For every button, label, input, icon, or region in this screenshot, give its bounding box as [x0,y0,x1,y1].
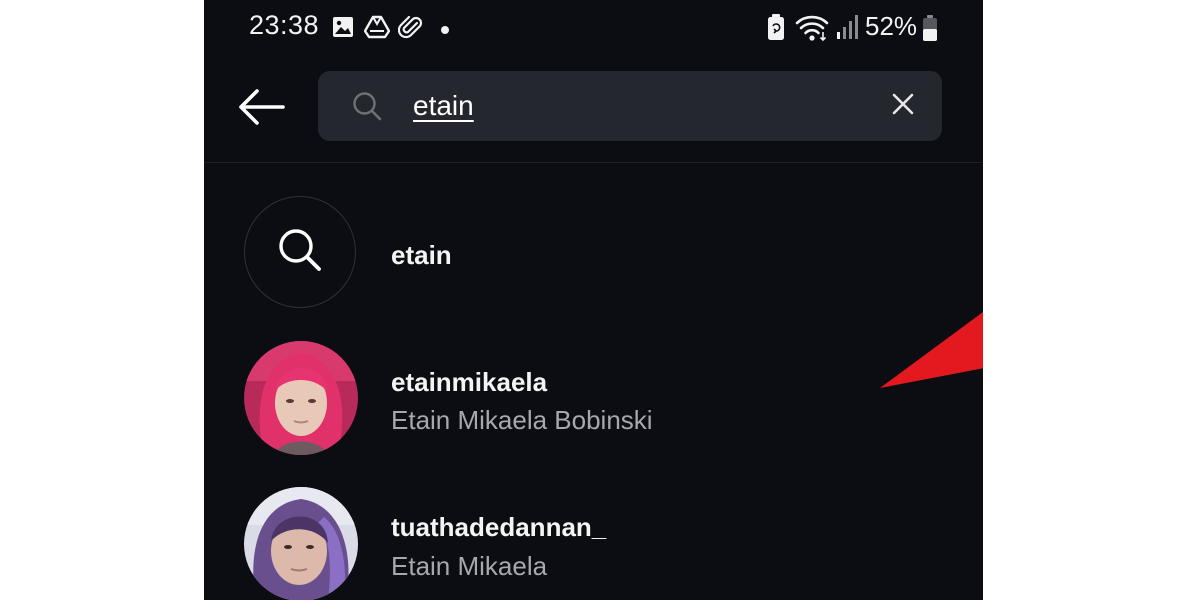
full-name: Etain Mikaela Bobinski [391,405,653,435]
annotation-arrow-icon [874,262,983,397]
avatar [244,487,358,600]
avatar [244,341,358,455]
battery-saver-icon [767,13,785,46]
battery-percent: 52% [865,11,918,41]
signal-icon [835,14,859,45]
keyword-suggestion-label: etain [391,240,452,270]
arrow-left-icon [237,88,285,130]
close-icon [892,93,914,120]
wifi-icon [795,14,829,47]
back-button[interactable] [234,86,288,132]
image-icon [331,15,355,44]
username: tuathadedannan_ [391,512,607,542]
status-time: 23:38 [249,10,320,40]
clear-search-button[interactable] [888,91,918,121]
search-input[interactable] [413,85,853,127]
header-divider [204,162,983,163]
page: 23:38 52% etain etain etainmikaela Etain… [0,0,1200,600]
paperclip-icon [397,15,424,46]
search-box[interactable] [318,71,942,141]
keyword-suggestion-icon-container [244,196,356,308]
dot-icon [440,22,450,40]
search-icon [277,227,323,278]
drive-icon [363,15,391,44]
battery-icon [922,14,938,47]
phone-screen: 23:38 52% etain etain etainmikaela Etain… [204,0,983,600]
username: etainmikaela [391,367,548,397]
search-icon [352,91,382,126]
status-bar: 23:38 52% [204,0,983,58]
full-name: Etain Mikaela [391,551,548,581]
